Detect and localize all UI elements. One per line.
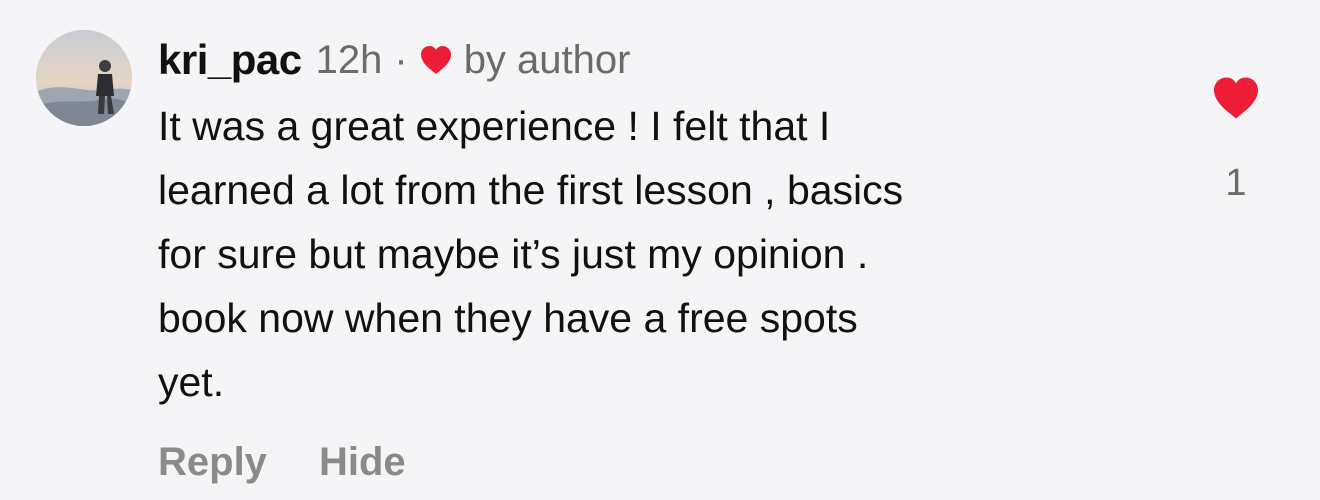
comment-meta: kri_pac 12h · by author — [158, 34, 1168, 86]
heart-icon — [420, 45, 452, 75]
hide-button[interactable]: Hide — [319, 440, 406, 485]
separator-dot: · — [394, 37, 408, 82]
comment-body: kri_pac 12h · by author It was a great e… — [158, 34, 1168, 414]
like-column: 1 — [1206, 76, 1266, 205]
avatar[interactable] — [36, 30, 132, 126]
reply-button[interactable]: Reply — [158, 440, 267, 485]
comment-text: It was a great experience ! I felt that … — [158, 103, 904, 405]
profile-photo-icon — [36, 30, 132, 126]
username-link[interactable]: kri_pac — [158, 36, 302, 84]
timestamp: 12h — [315, 37, 383, 82]
liked-by-author-label: by author — [463, 37, 631, 82]
comment-item: kri_pac 12h · by author It was a great e… — [0, 0, 1320, 500]
heart-filled-icon — [1214, 77, 1258, 119]
like-button[interactable] — [1212, 76, 1260, 120]
comment-actions: Reply Hide — [158, 440, 406, 485]
like-count: 1 — [1225, 162, 1247, 204]
